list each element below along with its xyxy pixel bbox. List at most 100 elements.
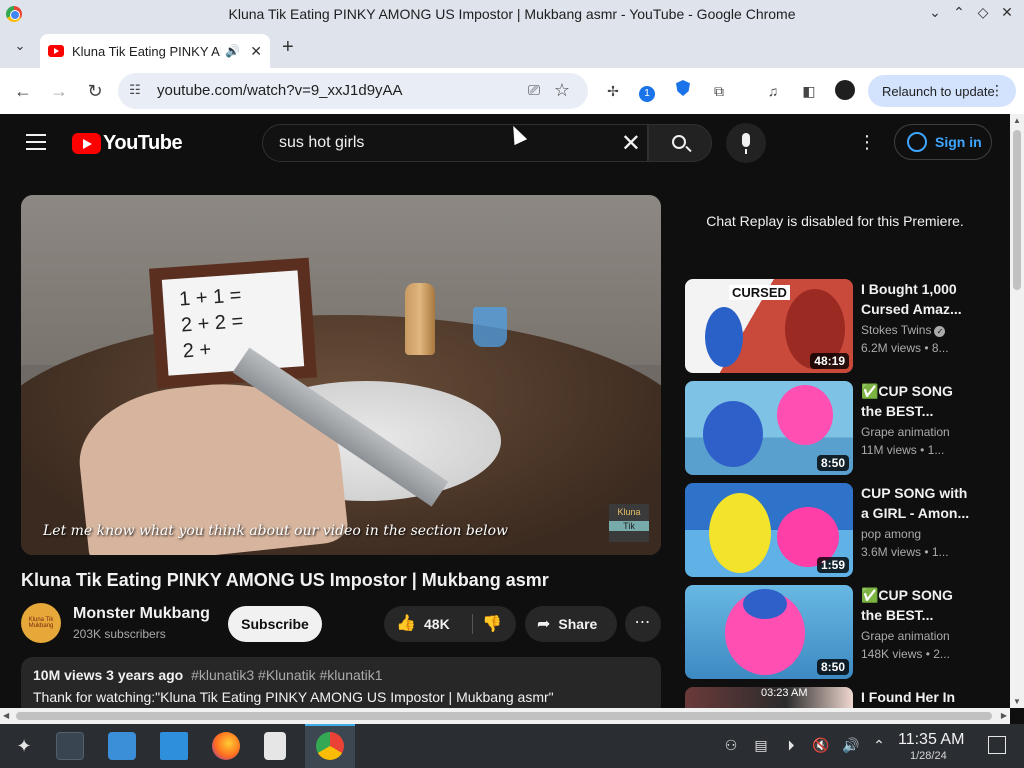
channel-name[interactable]: Grape animation	[861, 629, 950, 643]
youtube-wordmark: YouTube	[103, 132, 183, 154]
search-query[interactable]: sus hot girls	[279, 134, 364, 152]
media-controls-icon[interactable]: ♫	[762, 80, 784, 102]
channel-name[interactable]: Grape animation	[861, 425, 950, 439]
video-title[interactable]: I Bought 1,000 Cursed Amaz...	[861, 279, 971, 319]
list-item[interactable]: 8:50 ✅CUP SONG the BEST... Grape animati…	[685, 585, 985, 679]
more-actions-icon[interactable]: ⋯	[625, 606, 661, 642]
video-title[interactable]: I Found Her In	[861, 687, 971, 708]
channel-watermark[interactable]: Kluna Tik	[609, 504, 649, 542]
chrome-taskbar-icon[interactable]	[316, 732, 344, 760]
channel-avatar[interactable]: Kluna Tik Mukbang	[21, 603, 61, 643]
channel-name[interactable]: pop among	[861, 527, 921, 541]
horizontal-scrollbar[interactable]: ◀ ▶	[0, 708, 1010, 724]
video-title: Kluna Tik Eating PINKY AMONG US Impostor…	[21, 570, 549, 590]
tab-youtube-video[interactable]: Kluna Tik Eating PINKY AMONG US Impostor…	[40, 34, 270, 68]
list-item[interactable]: 8:50 ✅CUP SONG the BEST... Grape animati…	[685, 381, 985, 475]
list-item[interactable]: 1:59 CUP SONG with a GIRL - Amon... pop …	[685, 483, 985, 577]
media-player-tray-icon[interactable]: ⏵	[782, 737, 800, 755]
clipboard-tray-icon[interactable]: ▤	[752, 737, 770, 755]
video-thumbnail[interactable]: 03:23 AM	[685, 687, 853, 708]
firefox-icon[interactable]	[212, 732, 240, 760]
sign-in-button[interactable]: Sign in	[894, 124, 992, 160]
profile-avatar[interactable]	[835, 80, 855, 100]
video-thumbnail[interactable]: CURSED 48:19	[685, 279, 853, 373]
hscroll-thumb[interactable]	[16, 712, 992, 720]
hashtags[interactable]: #klunatik3 #Klunatik #klunatik1	[191, 667, 382, 683]
video-title[interactable]: CUP SONG with a GIRL - Amon...	[861, 483, 971, 523]
scroll-up-icon[interactable]: ▲	[1013, 116, 1021, 125]
tab-audio-icon[interactable]: 🔊	[225, 44, 240, 58]
clock-time[interactable]: 11:35 AM	[898, 731, 964, 749]
extension-puzzle-icon[interactable]: ✢	[602, 80, 624, 102]
scroll-left-icon[interactable]: ◀	[3, 711, 9, 720]
reload-icon[interactable]: ↻	[84, 80, 106, 102]
subscribe-button[interactable]: Subscribe	[228, 606, 322, 642]
address-bar[interactable]: ☷ youtube.com/watch?v=9_xxJ1d9yAA ⎚ ☆	[118, 73, 588, 109]
guide-menu-icon[interactable]	[26, 134, 46, 150]
subscriber-count: 203K subscribers	[73, 627, 166, 641]
microphone-icon	[742, 133, 750, 154]
install-app-icon[interactable]: ⎚	[528, 82, 540, 99]
channel-name[interactable]: Stokes Twins ✓	[861, 323, 946, 337]
close-window-icon[interactable]: ✕	[1000, 4, 1014, 21]
list-item[interactable]: CURSED 48:19 I Bought 1,000 Cursed Amaz.…	[685, 279, 985, 373]
verified-icon: ✓	[934, 326, 946, 337]
youtube-logo[interactable]: YouTube	[72, 132, 183, 155]
side-panel-icon[interactable]: ◧	[798, 80, 820, 102]
site-info-icon[interactable]: ☷	[126, 82, 144, 100]
channel-name[interactable]: Monster Mukbang	[73, 605, 210, 623]
video-thumbnail[interactable]: 8:50	[685, 381, 853, 475]
video-stats: 11M views • 1...	[861, 443, 945, 457]
extensions-menu-icon[interactable]: ⧉	[708, 80, 730, 102]
back-icon[interactable]: ←	[12, 80, 34, 102]
like-dislike-bar: 👍 48K 👎	[384, 606, 516, 642]
discover-store-icon[interactable]	[108, 732, 136, 760]
mute-tray-icon[interactable]: 🔇	[812, 737, 830, 755]
url-text[interactable]: youtube.com/watch?v=9_xxJ1d9yAA	[157, 82, 403, 99]
forward-icon[interactable]: →	[48, 80, 70, 102]
voice-search-button[interactable]	[726, 123, 766, 163]
chrome-menu-icon[interactable]: ⋮	[990, 82, 1004, 99]
bookmark-star-icon[interactable]: ☆	[554, 80, 570, 101]
tab-strip: ⌄ Kluna Tik Eating PINKY AMONG US Impost…	[0, 28, 1024, 68]
system-settings-icon[interactable]	[56, 732, 84, 760]
keep-above-icon[interactable]: ◇	[976, 4, 990, 21]
settings-more-icon[interactable]: ⋮	[858, 132, 876, 153]
like-icon[interactable]: 👍	[396, 613, 416, 633]
tab-search-icon[interactable]: ⌄	[10, 38, 30, 58]
new-tab-button[interactable]: +	[282, 36, 294, 59]
clear-search-icon[interactable]: ✕	[621, 129, 641, 158]
vertical-scrollbar[interactable]: ▲ ▼	[1010, 114, 1024, 708]
search-button[interactable]	[648, 124, 712, 162]
video-thumbnail[interactable]: 1:59	[685, 483, 853, 577]
tray-expand-icon[interactable]: ⌃	[870, 737, 888, 755]
search-input[interactable]: sus hot girls ✕	[262, 124, 648, 162]
app-launcher-icon[interactable]: ✦	[10, 732, 38, 760]
show-desktop-icon[interactable]	[988, 736, 1006, 754]
tab-close-icon[interactable]: ✕	[250, 43, 262, 60]
video-title[interactable]: ✅CUP SONG the BEST...	[861, 585, 971, 625]
video-player[interactable]: 1 + 1 = 2 + 2 = 2 + Let me know what you…	[21, 195, 661, 555]
shield-extension-icon[interactable]	[672, 80, 694, 102]
video-duration: 8:50	[816, 659, 849, 675]
audio-file-icon[interactable]	[264, 732, 286, 760]
list-item[interactable]: 03:23 AM I Found Her In	[685, 687, 985, 708]
minimize-icon[interactable]: ⌄	[928, 4, 942, 21]
scroll-thumb[interactable]	[1013, 130, 1021, 290]
scroll-down-icon[interactable]: ▼	[1013, 697, 1021, 706]
dislike-icon[interactable]: 👎	[482, 614, 502, 634]
user-tray-icon[interactable]: ⚇	[722, 737, 740, 755]
relaunch-to-update-button[interactable]: Relaunch to update ⋮	[868, 75, 1016, 107]
maximize-icon[interactable]: ⌃	[952, 4, 966, 21]
share-button[interactable]: ➦ Share	[525, 606, 617, 642]
extension-badge-icon[interactable]: 1	[636, 80, 658, 102]
like-count[interactable]: 48K	[424, 616, 450, 632]
scroll-right-icon[interactable]: ▶	[1001, 711, 1007, 720]
share-icon: ➦	[537, 616, 551, 633]
clock-date[interactable]: 1/28/24	[910, 750, 947, 762]
file-manager-icon[interactable]	[160, 732, 188, 760]
volume-tray-icon[interactable]: 🔊	[842, 737, 860, 755]
video-title[interactable]: ✅CUP SONG the BEST...	[861, 381, 971, 421]
video-thumbnail[interactable]: 8:50	[685, 585, 853, 679]
description-box[interactable]: 10M views 3 years ago #klunatik3 #Klunat…	[21, 657, 661, 708]
